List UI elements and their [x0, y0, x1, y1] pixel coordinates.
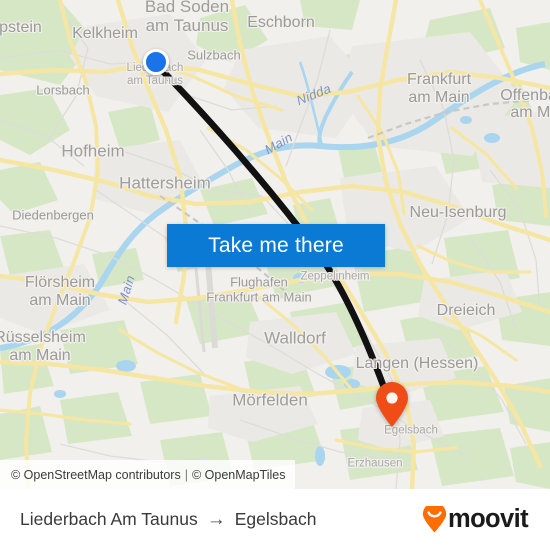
moovit-route-card: opsteinKelkheimBad Soden am TaunusEschbo… — [0, 0, 550, 550]
origin-marker[interactable] — [143, 49, 169, 75]
openmaptiles-attribution-link[interactable]: © OpenMapTiles — [192, 468, 286, 482]
moovit-logo[interactable]: moovit — [422, 505, 529, 534]
take-me-there-button[interactable]: Take me there — [167, 224, 385, 267]
attribution-separator: | — [184, 467, 188, 482]
footer-bar: Liederbach Am Taunus → Egelsbach moovit — [0, 489, 550, 550]
map-canvas[interactable]: opsteinKelkheimBad Soden am TaunusEschbo… — [0, 0, 550, 489]
route-origin-label: Liederbach Am Taunus — [20, 509, 198, 529]
route-destination-label: Egelsbach — [234, 509, 317, 529]
map-attribution: © OpenStreetMap contributors | © OpenMap… — [0, 460, 296, 489]
moovit-wordmark: moovit — [448, 505, 529, 533]
route-arrow-icon: → — [206, 508, 226, 530]
route-summary: Liederbach Am Taunus → Egelsbach — [20, 509, 316, 531]
osm-attribution-link[interactable]: © OpenStreetMap contributors — [11, 468, 181, 482]
moovit-pin-icon — [422, 506, 447, 533]
destination-marker-pin[interactable] — [375, 382, 409, 428]
